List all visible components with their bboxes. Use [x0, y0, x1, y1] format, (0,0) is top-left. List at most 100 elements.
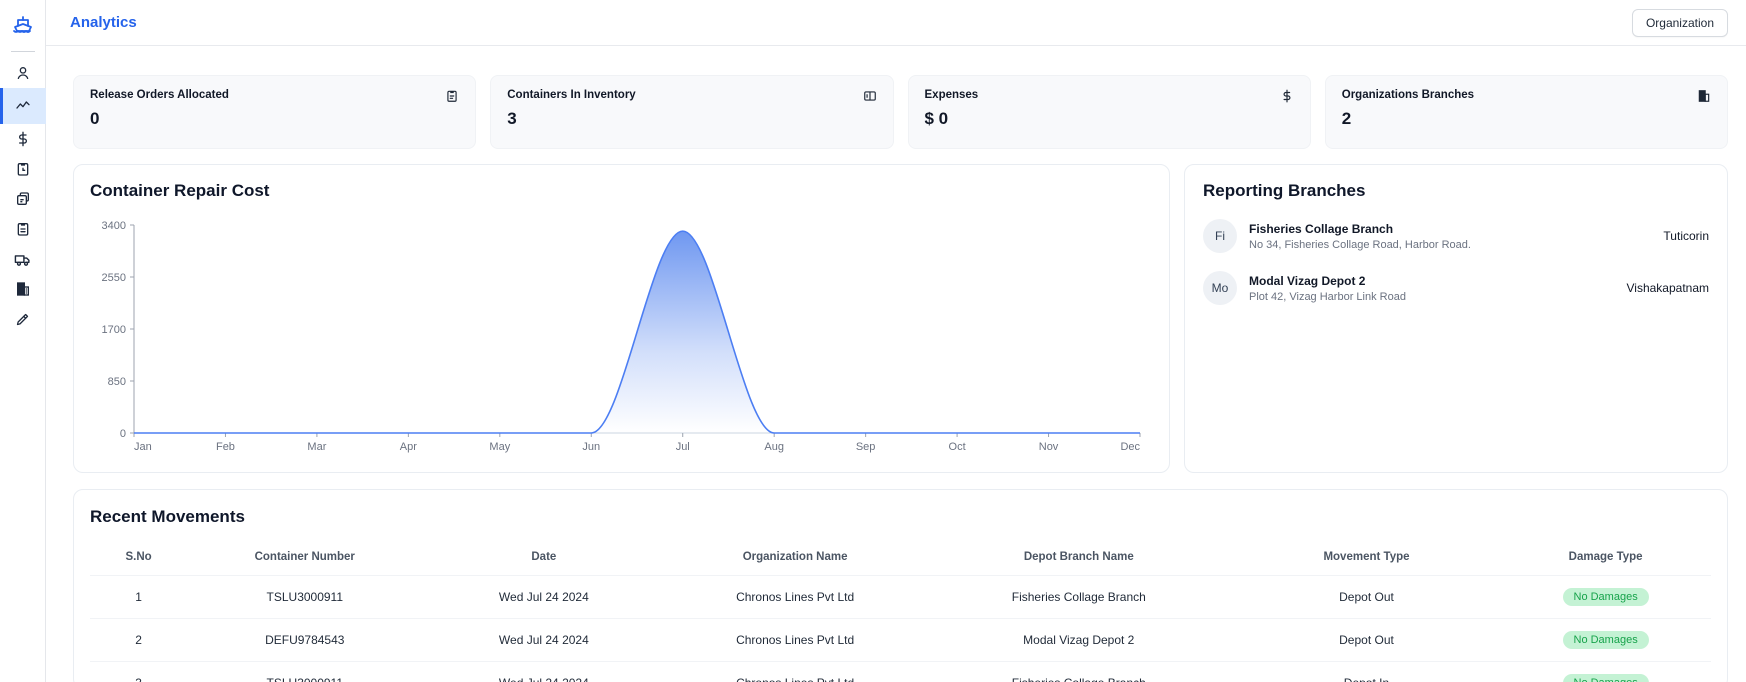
table-cell: Wed Jul 24 2024: [422, 575, 666, 619]
svg-text:Aug: Aug: [764, 441, 784, 453]
damage-status-badge: No Damages: [1562, 631, 1649, 649]
repair-cost-chart-card: Container Repair Cost 0 850 1700 2550 3400 Ja…: [73, 164, 1170, 473]
stat-value: 3: [507, 109, 517, 128]
table-cell: Chronos Lines Pvt Ltd: [665, 618, 925, 662]
copy-documents-icon: [15, 191, 31, 207]
svg-text:Feb: Feb: [216, 441, 235, 453]
sidebar-item-profile[interactable]: [0, 58, 46, 88]
table-cell: Wed Jul 24 2024: [422, 618, 666, 662]
middle-row: Container Repair Cost 0 850 1700 2550 3400 Ja…: [73, 164, 1728, 473]
ship-icon: [11, 16, 35, 40]
recent-movements-title: Recent Movements: [90, 507, 245, 526]
reporting-branches-card: Reporting Branches Fi Fisheries Collage B…: [1184, 164, 1728, 473]
svg-text:Nov: Nov: [1039, 441, 1059, 453]
branches-list: Fi Fisheries Collage Branch No 34, Fisheri…: [1203, 219, 1709, 305]
branch-list-item[interactable]: Fi Fisheries Collage Branch No 34, Fisheri…: [1203, 219, 1709, 253]
organization-button[interactable]: Organization: [1631, 8, 1728, 37]
svg-text:Sep: Sep: [856, 441, 876, 453]
svg-text:May: May: [489, 441, 510, 453]
table-cell: 1: [90, 575, 188, 619]
sidebar-item-edit[interactable]: [0, 304, 46, 334]
branch-avatar: Mo: [1203, 271, 1237, 305]
table-cell: 3: [90, 661, 188, 682]
container-icon: [863, 89, 877, 108]
damage-type-cell: No Damages: [1500, 575, 1711, 619]
column-header: Damage Type: [1568, 551, 1643, 563]
table-cell: Depot In: [1232, 661, 1501, 682]
column-header: Organization Name: [742, 551, 848, 563]
user-icon: [15, 65, 31, 81]
branch-city: Vishakapatnam: [1626, 281, 1710, 295]
recent-movements-card: Recent Movements S.No Container Number Dat…: [73, 489, 1728, 682]
stat-value: 0: [90, 109, 100, 128]
pencil-icon: [15, 312, 30, 327]
table-row[interactable]: 1 TSLU3000911 Wed Jul 24 2024 Chronos Lines…: [90, 575, 1711, 619]
trend-chart-icon: [15, 98, 31, 114]
damage-type-cell: No Damages: [1500, 618, 1711, 662]
stat-label: Release Orders Allocated: [90, 89, 229, 101]
table-cell: Modal Vizag Depot 2: [924, 618, 1233, 662]
sidebar-item-documents[interactable]: [0, 184, 46, 214]
repair-cost-chart: 0 850 1700 2550 3400 Jan Feb Mar Apr May Jun Jul Aug…: [90, 211, 1155, 466]
svg-text:Dec: Dec: [1120, 441, 1140, 453]
table-cell: Fisheries Collage Branch: [924, 661, 1233, 682]
stat-label: Expenses: [924, 89, 979, 101]
table-cell: 2: [90, 618, 188, 662]
column-header: S.No: [125, 551, 152, 563]
svg-text:1700: 1700: [102, 324, 126, 336]
table-row[interactable]: 2 DEFU9784543 Wed Jul 24 2024 Chronos Lines…: [90, 618, 1711, 662]
table-cell: Wed Jul 24 2024: [422, 661, 666, 682]
stat-label: Containers In Inventory: [507, 89, 636, 101]
stat-card-release-orders: Release Orders Allocated 0: [73, 75, 477, 149]
table-row[interactable]: 3TSLU3000911Wed Jul 24 2024Chronos Lines…: [90, 661, 1711, 682]
table-cell: Fisheries Collage Branch: [924, 575, 1233, 619]
sidebar-item-analytics[interactable]: [0, 88, 46, 124]
svg-text:Mar: Mar: [307, 441, 326, 453]
stat-card-organization-branches: Organizations Branches 2: [1324, 75, 1728, 149]
sidebar-item-expenses[interactable]: [0, 124, 46, 154]
svg-text:3400: 3400: [102, 220, 126, 232]
table-cell: TSLU3000911: [187, 575, 423, 619]
stat-label: Organizations Branches: [1341, 89, 1475, 101]
building-icon: [1697, 89, 1711, 108]
sidebar-item-branches[interactable]: [0, 274, 46, 304]
table-cell: TSLU3000911: [187, 661, 423, 682]
damage-type-cell: No Damages: [1500, 661, 1711, 682]
truck-icon: [14, 251, 31, 268]
stat-value: 2: [1341, 109, 1352, 128]
branch-name: Fisheries Collage Branch: [1249, 221, 1394, 236]
building-icon: [15, 281, 31, 297]
table-cell: DEFU9784543: [187, 618, 423, 662]
svg-text:Jan: Jan: [134, 441, 152, 453]
app-root: Analytics Organization Release Orders Al…: [0, 0, 1746, 682]
main-area: Analytics Organization Release Orders Al…: [46, 0, 1746, 682]
branch-list-item[interactable]: Mo Modal Vizag Depot 2 Plot 42, Vizag Harb…: [1203, 271, 1709, 305]
sidebar-divider: [10, 51, 35, 52]
reporting-branches-title: Reporting Branches: [1203, 181, 1366, 200]
app-logo[interactable]: [11, 0, 35, 49]
svg-text:Apr: Apr: [400, 441, 417, 453]
stat-card-expenses: Expenses $ 0: [907, 75, 1311, 149]
page-title: Analytics: [70, 14, 137, 31]
table-cell: Depot Out: [1232, 618, 1501, 662]
stat-card-containers-inventory: Containers In Inventory 3: [490, 75, 894, 149]
column-header: Depot Branch Name: [1023, 551, 1134, 563]
clipboard-list-icon: [15, 221, 31, 237]
movements-table-header: S.No Container Number Date Organization Nam…: [90, 541, 1711, 576]
sidebar-item-schedules[interactable]: [0, 154, 46, 184]
svg-text:2550: 2550: [102, 272, 126, 284]
sidebar-item-orders[interactable]: [0, 214, 46, 244]
branch-city: Tuticorin: [1663, 229, 1709, 243]
branch-name: Modal Vizag Depot 2: [1249, 273, 1366, 288]
damage-status-badge: No Damages: [1562, 588, 1649, 606]
branch-address: Plot 42, Vizag Harbor Link Road: [1249, 290, 1406, 303]
branch-info: Modal Vizag Depot 2 Plot 42, Vizag Harbor…: [1249, 274, 1627, 303]
page-header: Analytics Organization: [46, 0, 1746, 46]
column-header: Container Number: [254, 551, 355, 563]
stat-value: $ 0: [924, 109, 949, 128]
dollar-icon: [1280, 89, 1294, 108]
dollar-icon: [15, 131, 31, 147]
branch-avatar: Fi: [1203, 219, 1237, 253]
svg-text:Oct: Oct: [949, 441, 966, 453]
sidebar-item-transport[interactable]: [0, 244, 46, 274]
